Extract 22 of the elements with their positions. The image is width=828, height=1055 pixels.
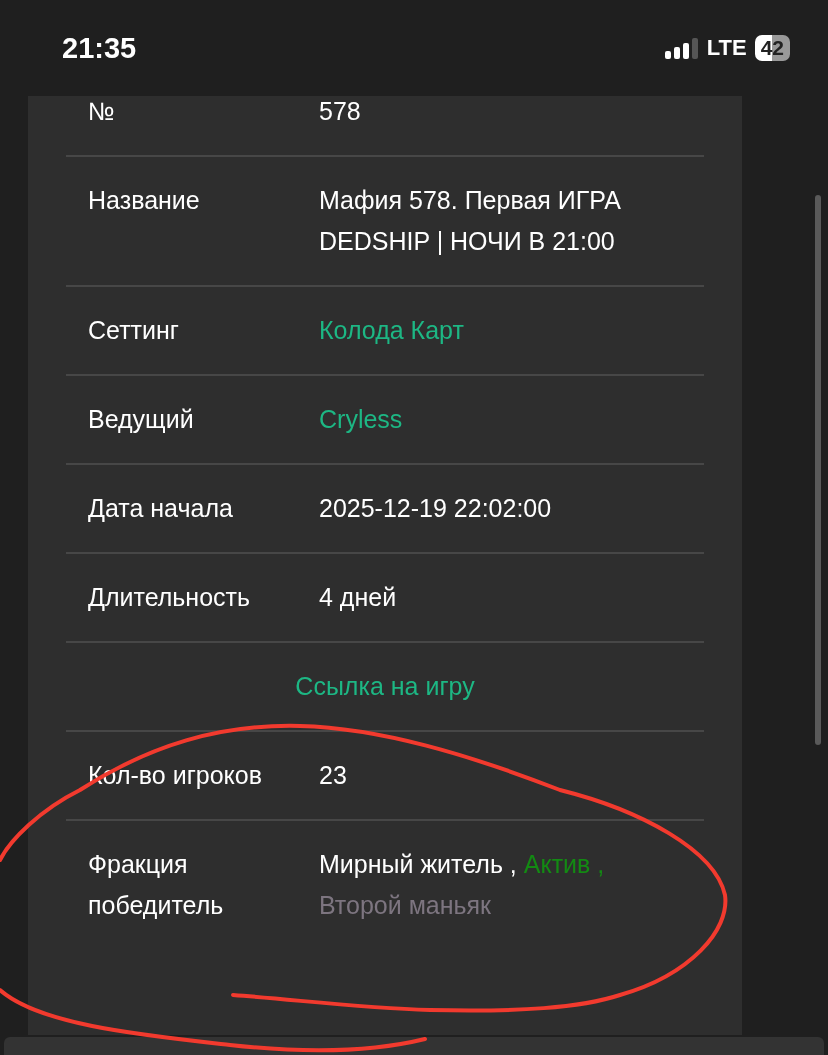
- network-label: LTE: [706, 35, 747, 61]
- field-label: Сеттинг: [88, 315, 180, 346]
- battery-indicator: 42: [754, 35, 790, 61]
- field-label: Ведущий: [88, 404, 195, 435]
- field-value: 23: [319, 760, 348, 791]
- status-time: 21:35: [62, 31, 137, 65]
- field-label: Дата начала: [88, 493, 234, 524]
- faction-name: Второй маньяк: [319, 891, 492, 919]
- field-label: №: [88, 96, 116, 127]
- field-label: Название: [88, 185, 201, 216]
- field-label: Фракция победитель: [88, 849, 225, 921]
- value-link[interactable]: Cryless: [319, 405, 403, 433]
- field-value: 4 дней: [319, 582, 398, 613]
- faction-name: Актив ,: [523, 850, 605, 878]
- field-value: 578: [319, 96, 362, 127]
- field-value: Мафия 578. Первая ИГРА DEDSHIP | НОЧИ В 21:00: [319, 185, 622, 257]
- field-label: Длительность: [88, 582, 252, 613]
- value-link[interactable]: Колода Карт: [319, 316, 464, 344]
- faction-name: Мирный житель ,: [319, 850, 517, 878]
- game-link[interactable]: Ссылка на игру: [295, 666, 475, 707]
- field-value: 2025-12-19 22:02:00: [319, 493, 553, 524]
- signal-icon: [664, 37, 699, 59]
